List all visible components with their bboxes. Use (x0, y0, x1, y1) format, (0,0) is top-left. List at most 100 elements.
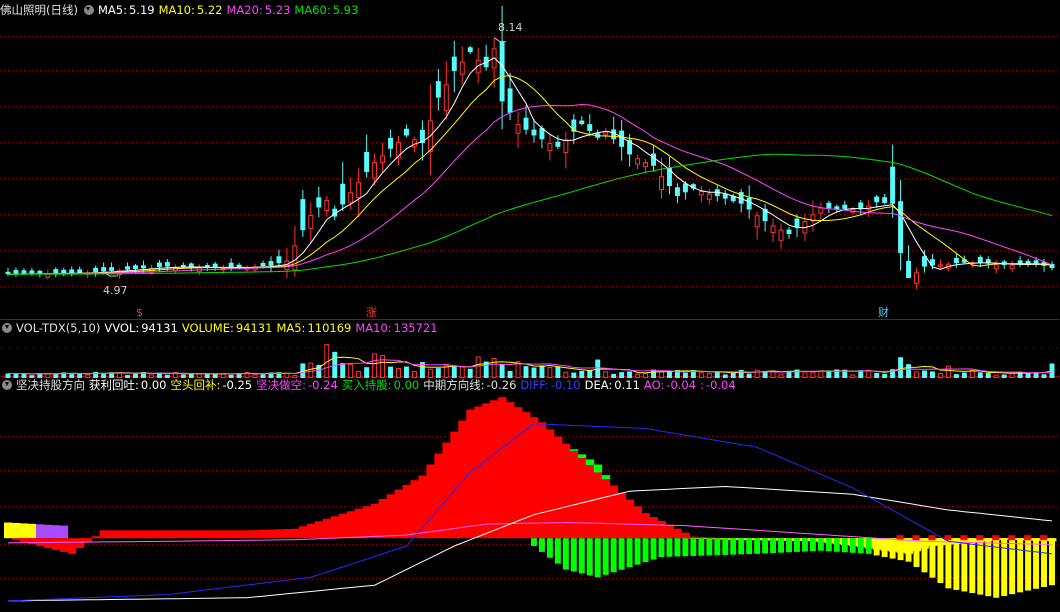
candle-body (340, 183, 346, 205)
strong-hold-bar (306, 523, 316, 539)
volume-bar (459, 366, 465, 379)
candle-body (826, 202, 832, 209)
negative-bar (570, 538, 577, 572)
candle-body (770, 225, 776, 233)
i7-value: 0.11 (614, 378, 640, 392)
strong-hold-bar (537, 422, 547, 539)
strong-hold-bar (697, 537, 706, 539)
panel-menu-icon[interactable] (2, 380, 12, 390)
negative-bar (786, 538, 792, 553)
volume-bar (308, 362, 314, 378)
candle-body (260, 262, 266, 267)
volume-bar (802, 371, 808, 378)
volume-bar (929, 371, 935, 378)
strong-hold-bar (569, 450, 579, 539)
volume-title: VOL-TDX(5,10) (16, 321, 101, 335)
candle-body (388, 137, 394, 149)
candle-body (515, 124, 521, 134)
event-tag-1[interactable]: $ (136, 306, 143, 319)
negative-bar (897, 538, 904, 561)
strong-hold-bar (282, 529, 292, 539)
candle-body (906, 260, 912, 278)
strong-hold-bar (434, 453, 443, 539)
volume-ma5-line (8, 356, 1053, 375)
negative-bar (554, 538, 561, 564)
negative-bar (921, 538, 928, 573)
candle-body (842, 204, 848, 209)
negative-bar (817, 538, 824, 551)
candle-body (786, 229, 792, 234)
strong-hold-bar (51, 538, 61, 550)
ma20-value: 5.23 (264, 3, 291, 17)
candle-body (682, 183, 688, 193)
ma60-value: 5.93 (332, 3, 359, 17)
candle-body (467, 47, 473, 53)
strong-hold-bar (681, 532, 690, 539)
strong-hold-bar (912, 535, 920, 541)
candle-body (276, 256, 282, 264)
strong-hold-bar (418, 475, 427, 539)
hold-signal-bar (27, 523, 37, 539)
volume-bar (491, 358, 497, 378)
strong-hold-bar (235, 530, 244, 539)
panel-menu-icon[interactable] (2, 323, 12, 333)
hold-signal-bar (51, 525, 61, 539)
candle-body (659, 175, 664, 191)
i8-label: AO: (643, 378, 665, 392)
candle-body (109, 267, 115, 271)
volume-bar (1033, 372, 1039, 378)
candle-body (698, 191, 704, 196)
event-tag-3[interactable]: 财 (878, 305, 889, 319)
candle-body (635, 158, 641, 165)
hold-signal-bar (19, 523, 29, 539)
volume-bar (1049, 363, 1055, 378)
strong-hold-bar (171, 530, 180, 539)
ma20-label: MA20: (226, 3, 263, 17)
hold-signal-bar (11, 522, 21, 539)
volume-bar (906, 364, 912, 378)
volume-bar (826, 371, 832, 378)
candle-body (722, 194, 728, 199)
strong-hold-bar (11, 538, 21, 541)
volume-bar (1041, 374, 1047, 378)
candle-body (611, 129, 617, 140)
panel-menu-icon[interactable] (83, 5, 94, 15)
candle-body (13, 269, 19, 275)
negative-bar (690, 538, 697, 556)
negative-bar (610, 538, 617, 573)
stock-chart: 8.14 4.97 $ 涨 财 (0, 6, 1060, 602)
candle-body (411, 139, 417, 148)
strong-hold-bar (928, 535, 936, 541)
negative-bar (1049, 538, 1055, 586)
strong-hold-bar (394, 489, 403, 539)
strong-hold-bar (976, 535, 984, 541)
candle-body (778, 229, 784, 241)
candle-body (268, 261, 274, 266)
i2-value: -0.25 (222, 378, 253, 392)
ma5-line (7, 57, 1053, 275)
volume-bar (953, 374, 959, 378)
ma10-label: MA10: (158, 3, 195, 17)
negative-bar (945, 538, 952, 589)
strong-hold-bar (338, 513, 348, 539)
negative-bar (538, 538, 545, 552)
candle-body (1009, 264, 1015, 270)
profit-taking-bar (577, 454, 587, 459)
candle-body (706, 193, 712, 200)
volume-bar (547, 367, 553, 378)
negative-bar (682, 538, 689, 557)
negative-bar (937, 538, 944, 583)
negative-bar (770, 538, 777, 554)
event-tag-2[interactable]: 涨 (366, 306, 377, 319)
strong-hold-bar (370, 503, 379, 539)
candle-body (403, 128, 409, 136)
candle-body (372, 162, 378, 179)
candle-body (993, 264, 999, 270)
strong-hold-bar (91, 536, 101, 539)
candle-body (587, 124, 593, 131)
volume-bar (945, 365, 951, 379)
price-plot (5, 6, 1055, 290)
negative-bar (1041, 538, 1048, 587)
candle-body (125, 266, 131, 270)
negative-bar (849, 538, 856, 553)
